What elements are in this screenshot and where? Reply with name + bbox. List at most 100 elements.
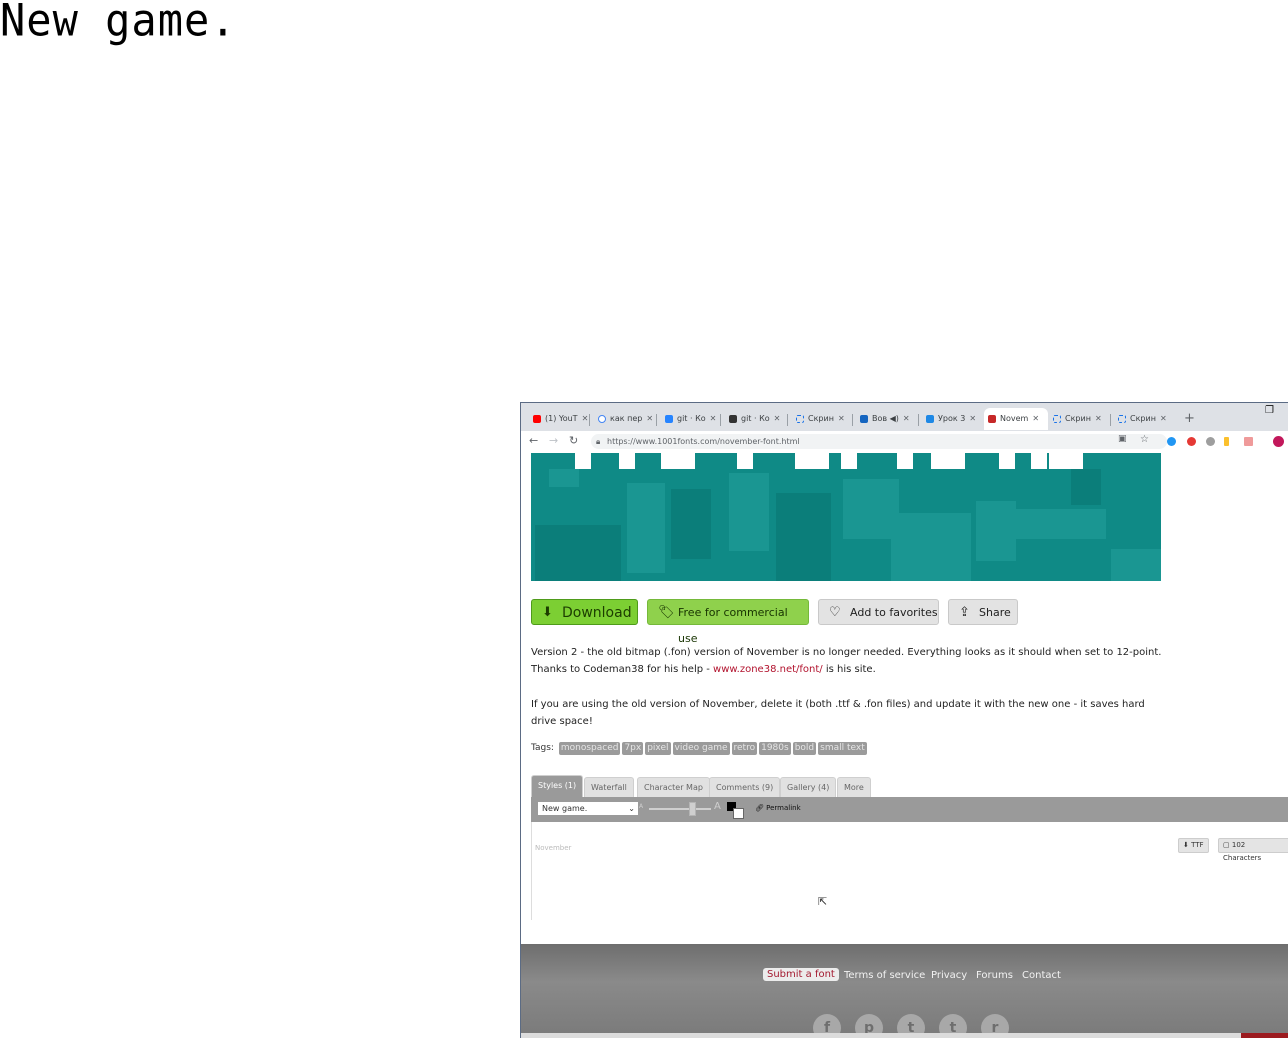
preview-toolbar: New game. ⌄ A A 🔗︎ Permalink (531, 797, 1288, 822)
tab-character-map[interactable]: Character Map (637, 777, 710, 798)
url-field[interactable]: 🔒︎ https://www.1001fonts.com/november-fo… (591, 434, 1167, 449)
close-icon[interactable]: ✕ (1160, 414, 1167, 423)
submit-font-link[interactable]: Submit a font (763, 968, 839, 981)
tag-pixel[interactable]: pixel (645, 742, 671, 755)
font-preview-banner (531, 453, 1161, 581)
back-arrow-icon[interactable]: ← (529, 434, 538, 447)
close-icon[interactable]: ✕ (1095, 414, 1102, 423)
download-button[interactable]: ⬇ Download (531, 599, 638, 625)
tag-monospaced[interactable]: monospaced (558, 742, 621, 755)
info-icon: ▢ (1223, 841, 1230, 849)
tab-screenshot-3[interactable]: Скрин ✕ (1114, 410, 1176, 428)
share-button[interactable]: ⇪ Share (948, 599, 1018, 625)
tab-screenshot-2[interactable]: Скрин ✕ (1049, 410, 1111, 428)
video-icon (860, 414, 868, 423)
terms-link[interactable]: Terms of service (844, 970, 925, 981)
font-size-slider-thumb[interactable] (689, 802, 696, 816)
opera-extension-icon[interactable] (1187, 437, 1196, 446)
tag-7px[interactable]: 7px (622, 742, 644, 755)
tab-label: Скрин (808, 414, 834, 423)
dropdown-icon[interactable]: ⌄ (628, 802, 635, 815)
url-text: https://www.1001fonts.com/november-font.… (607, 437, 800, 446)
tab-comments[interactable]: Comments (9) (709, 777, 781, 798)
close-icon[interactable]: ✕ (774, 414, 781, 423)
large-size-label: A (714, 801, 721, 812)
reload-icon[interactable]: ↻ (569, 434, 578, 447)
tab-more[interactable]: More (837, 777, 871, 798)
google-icon (598, 414, 606, 423)
zone38-link[interactable]: www.zone38.net/font/ (713, 664, 823, 675)
color-swatch-icon[interactable] (727, 802, 744, 819)
sample-text-preview: New game. (0, 0, 237, 47)
restore-window-icon[interactable]: ❐ (1265, 405, 1274, 416)
close-icon[interactable]: ✕ (838, 414, 845, 423)
tab-video[interactable]: Вов ◀) ✕ (856, 410, 920, 428)
tab-styles[interactable]: Styles (1) (531, 775, 584, 798)
bookmark-extension-icon[interactable] (1224, 437, 1229, 446)
tab-youtube[interactable]: (1) YouT ✕ (529, 410, 591, 428)
pdf-extension-icon[interactable] (1244, 437, 1253, 446)
sample-text-input[interactable]: New game. ⌄ (538, 802, 638, 815)
ttf-download-button[interactable]: ⬇ TTF (1178, 838, 1209, 853)
share-icon: ⇪ (959, 605, 970, 620)
free-commercial-use-button[interactable]: 🏷︎ Free for commercial use (647, 599, 809, 645)
glasses-icon (729, 414, 737, 423)
bottom-accent (1241, 1033, 1288, 1038)
tag-1980s[interactable]: 1980s (759, 742, 791, 755)
tab-google[interactable]: как пер ✕ (594, 410, 658, 428)
site-footer: Submit a font Terms of service Privacy F… (521, 944, 1288, 1038)
tag-video-game[interactable]: video game (672, 742, 730, 755)
tab-gallery[interactable]: Gallery (4) (780, 777, 837, 798)
tab-lesson[interactable]: Урок 3 ✕ (922, 410, 986, 428)
add-to-favorites-button[interactable]: ♡ Add to favorites (818, 599, 939, 625)
small-size-label: A (639, 803, 644, 810)
tab-git-2[interactable]: git · Ко ✕ (725, 410, 789, 428)
gray-extension-icon[interactable] (1206, 437, 1215, 446)
mouse-cursor-icon: ⇱ (818, 895, 828, 908)
download-label: Download (562, 605, 632, 621)
description-line: Version 2 - the old bitmap (.fon) versio… (531, 647, 1162, 658)
jira-icon (665, 414, 673, 423)
download-arrow-icon: ⬇ (542, 605, 553, 620)
permalink-link[interactable]: 🔗︎ Permalink (755, 804, 801, 812)
close-icon[interactable]: ✕ (710, 414, 717, 423)
tag-small-text[interactable]: small text (818, 742, 867, 755)
tab-label: Вов ◀) (872, 414, 899, 423)
close-icon[interactable]: ✕ (903, 414, 910, 423)
contact-link[interactable]: Contact (1022, 970, 1061, 981)
tag-bold[interactable]: bold (792, 742, 817, 755)
font-size-slider[interactable] (649, 808, 711, 810)
forward-arrow-icon[interactable]: → (549, 434, 558, 447)
1001fonts-icon (988, 414, 996, 423)
tab-label: как пер (610, 414, 643, 423)
thanks-text: Thanks to Codeman38 for his help - (531, 664, 714, 675)
tab-screenshot-1[interactable]: Скрин ✕ (792, 410, 854, 428)
close-icon[interactable]: ✕ (646, 414, 653, 423)
close-icon[interactable]: ✕ (1032, 414, 1039, 423)
characters-button[interactable]: ▢ 102 Characters (1218, 838, 1288, 862)
free-commercial-label: Free for commercial use (678, 606, 788, 645)
profile-avatar[interactable] (1273, 436, 1284, 447)
favorites-label: Add to favorites (850, 606, 938, 619)
skype-extension-icon[interactable] (1167, 437, 1176, 446)
page-content: ⬇ Download 🏷︎ Free for commercial use ♡ Add… (521, 453, 1288, 1038)
tags-row: Tags: monospaced 7px pixel video game retro 1… (531, 742, 867, 755)
new-tab-button[interactable]: + (1184, 411, 1195, 426)
forums-link[interactable]: Forums (976, 970, 1013, 981)
close-icon[interactable]: ✕ (582, 414, 589, 423)
tab-label: Novem (1000, 414, 1029, 423)
tab-november-active[interactable]: Novem ✕ (984, 408, 1048, 430)
sample-text-value: New game. (542, 804, 588, 813)
close-icon[interactable]: ✕ (969, 414, 976, 423)
privacy-link[interactable]: Privacy (931, 970, 967, 981)
tab-git-1[interactable]: git · Ко ✕ (661, 410, 722, 428)
screenshot-icon (1118, 414, 1126, 423)
tab-label: git · Ко (741, 414, 770, 423)
tab-waterfall[interactable]: Waterfall (584, 777, 634, 798)
tab-label: git · Ко (677, 414, 706, 423)
star-icon[interactable]: ☆ (1140, 434, 1149, 445)
translate-icon[interactable]: ▣ (1118, 434, 1127, 444)
tab-label: (1) YouT (545, 414, 578, 423)
youtube-icon (533, 414, 541, 423)
tag-retro[interactable]: retro (731, 742, 758, 755)
